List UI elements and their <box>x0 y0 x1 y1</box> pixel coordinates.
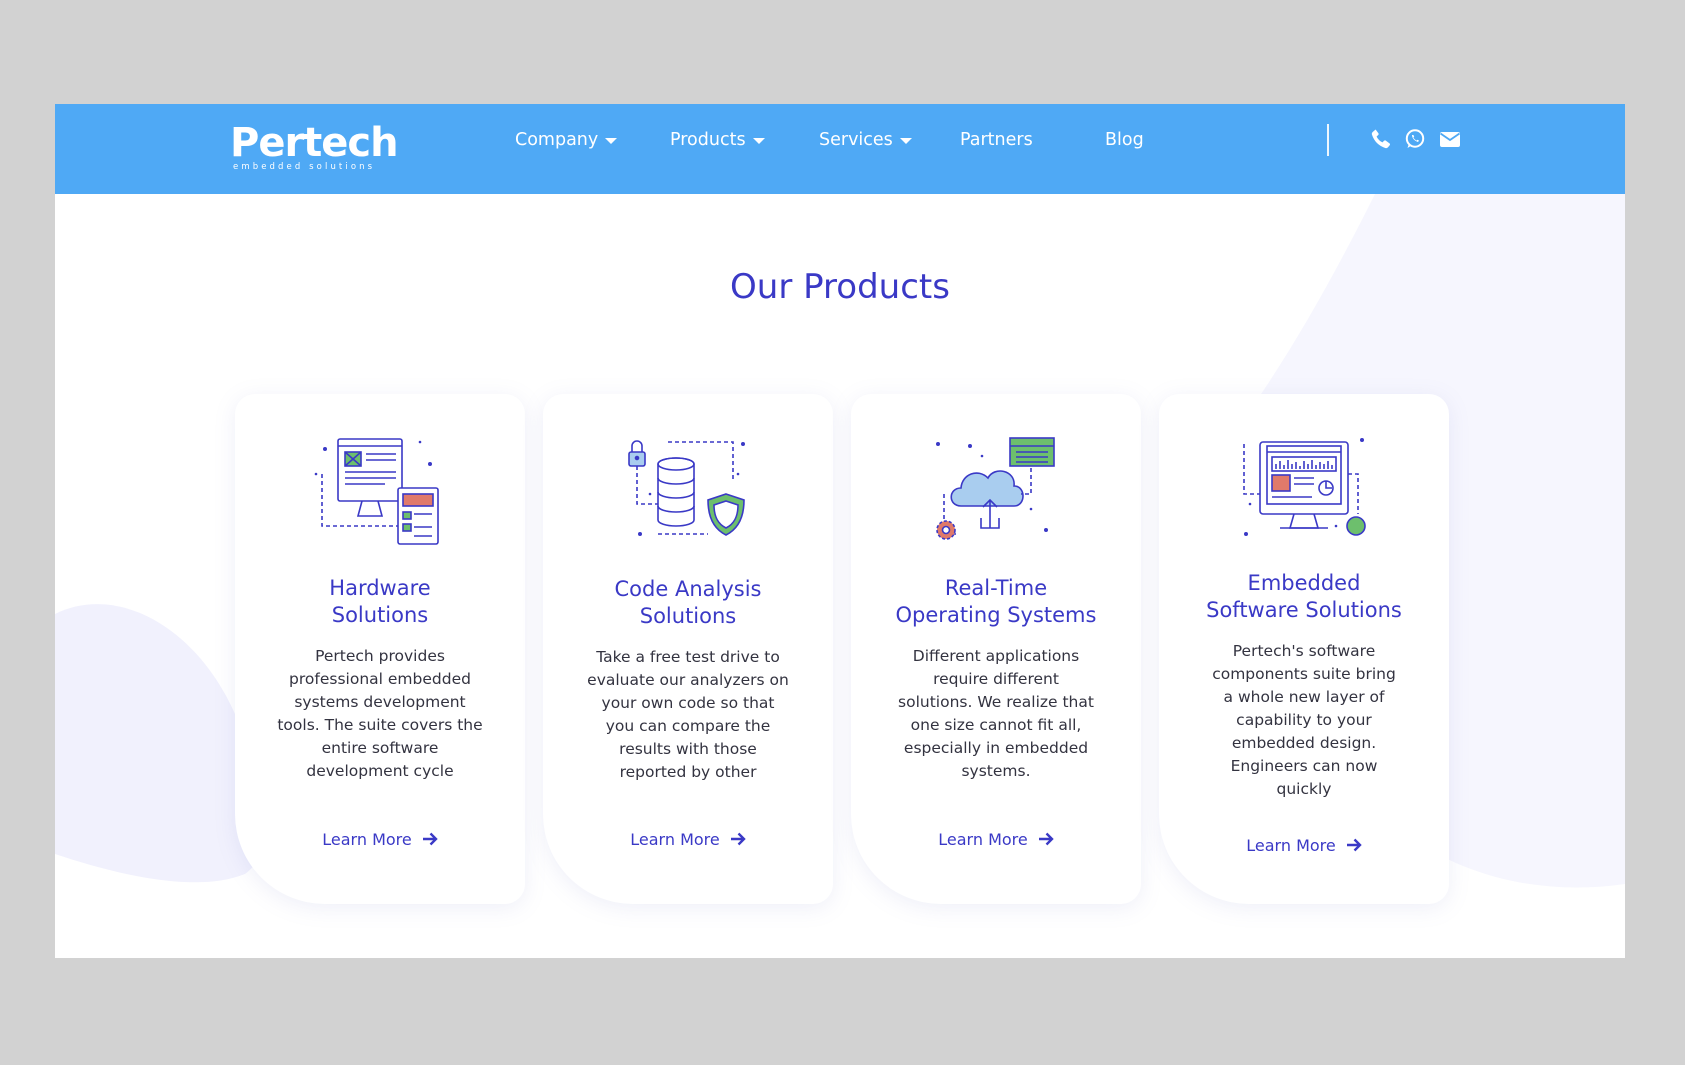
description-line: Take a free test drive to <box>596 648 780 666</box>
learn-more-link[interactable]: Learn More <box>235 830 525 849</box>
product-title-line: Operating Systems <box>895 603 1097 627</box>
description-line: Engineers can now <box>1230 757 1378 775</box>
phone-icon[interactable] <box>1369 127 1393 151</box>
description-line: Pertech's software <box>1232 642 1376 660</box>
nav-company-label: Company <box>515 130 599 150</box>
product-title-line: Solutions <box>331 603 429 627</box>
learn-more-label: Learn More <box>322 830 412 849</box>
brand-logo[interactable]: Pertech embedded solutions <box>230 118 400 178</box>
description-line: Pertech provides <box>315 647 445 665</box>
page-frame: Pertech embedded solutions Company Produ… <box>55 104 1625 958</box>
description-line: one size cannot fit all, <box>910 716 1082 734</box>
arrow-right-icon <box>1346 838 1362 852</box>
learn-more-label: Learn More <box>938 830 1028 849</box>
arrow-right-icon <box>1038 832 1054 846</box>
whatsapp-icon[interactable] <box>1403 127 1427 151</box>
description-line: you can compare the <box>605 717 771 735</box>
product-card-rtos: Real-Time Operating Systems Different ap… <box>851 394 1141 904</box>
envelope-icon[interactable] <box>1438 127 1462 151</box>
nav-company[interactable]: Company <box>515 104 618 194</box>
nav-products-label: Products <box>670 130 746 150</box>
product-card-code-analysis: Code Analysis Solutions Take a free test… <box>543 394 833 904</box>
product-title-line: Real-Time <box>944 576 1048 600</box>
arrow-right-icon <box>730 832 746 846</box>
description-line: quickly <box>1276 780 1332 798</box>
nav-blog-label: Blog <box>1105 130 1144 150</box>
nav-blog[interactable]: Blog <box>1105 104 1144 194</box>
site-header: Pertech embedded solutions Company Produ… <box>55 104 1625 194</box>
product-title-line: Software Solutions <box>1206 598 1402 622</box>
product-description: Pertech's software components suite brin… <box>1197 640 1411 801</box>
description-line: a whole new layer of <box>1223 688 1385 706</box>
description-line: especially in embedded <box>903 739 1089 757</box>
description-line: development cycle <box>306 762 454 780</box>
product-title-line: Embedded <box>1247 571 1361 595</box>
description-line: evaluate our analyzers on <box>587 671 789 689</box>
product-title: Code Analysis Solutions <box>553 576 823 630</box>
description-line: systems development <box>294 693 466 711</box>
description-line: reported by other <box>619 763 757 781</box>
learn-more-link[interactable]: Learn More <box>1159 836 1449 855</box>
hardware-monitor-icon <box>314 438 439 545</box>
description-line: systems. <box>961 762 1031 780</box>
nav-partners[interactable]: Partners <box>960 104 1033 194</box>
nav-partners-label: Partners <box>960 130 1033 150</box>
product-card-embedded-software: Embedded Software Solutions Pertech's so… <box>1159 394 1449 904</box>
database-security-icon <box>628 440 745 536</box>
brand-tagline: embedded solutions <box>233 162 376 172</box>
description-line: require different <box>933 670 1059 688</box>
product-title-line: Solutions <box>639 604 737 628</box>
caret-down-icon <box>605 138 618 144</box>
cloud-upload-icon <box>936 437 1055 540</box>
description-line: embedded design. <box>1231 734 1377 752</box>
caret-down-icon <box>899 138 912 144</box>
product-description: Take a free test drive to evaluate our a… <box>581 646 795 784</box>
description-line: capability to your <box>1236 711 1372 729</box>
product-description: Different applications require different… <box>889 645 1103 783</box>
header-divider <box>1327 124 1329 156</box>
product-title: Embedded Software Solutions <box>1169 570 1439 624</box>
description-line: professional embedded <box>289 670 471 688</box>
description-line: solutions. We realize that <box>898 693 1094 711</box>
product-title-line: Code Analysis <box>614 577 762 601</box>
description-line: entire software <box>321 739 439 757</box>
description-line: your own code so that <box>601 694 775 712</box>
nav-services[interactable]: Services <box>819 104 912 194</box>
learn-more-link[interactable]: Learn More <box>543 830 833 849</box>
learn-more-link[interactable]: Learn More <box>851 830 1141 849</box>
description-line: components suite bring <box>1212 665 1396 683</box>
description-line: tools. The suite covers the <box>277 716 483 734</box>
caret-down-icon <box>752 138 765 144</box>
brand-logo-text: Pertech <box>230 120 399 166</box>
nav-products[interactable]: Products <box>670 104 765 194</box>
learn-more-label: Learn More <box>630 830 720 849</box>
dashboard-monitor-icon <box>1243 438 1366 536</box>
nav-services-label: Services <box>819 130 893 150</box>
description-line: Different applications <box>912 647 1080 665</box>
description-line: results with those <box>619 740 757 758</box>
product-card-hardware: Hardware Solutions Pertech provides prof… <box>235 394 525 904</box>
arrow-right-icon <box>422 832 438 846</box>
product-title-line: Hardware <box>329 576 431 600</box>
product-title: Hardware Solutions <box>245 575 515 629</box>
learn-more-label: Learn More <box>1246 836 1336 855</box>
product-title: Real-Time Operating Systems <box>861 575 1131 629</box>
product-description: Pertech provides professional embedded s… <box>273 645 487 783</box>
section-title: Our Products <box>730 267 950 307</box>
